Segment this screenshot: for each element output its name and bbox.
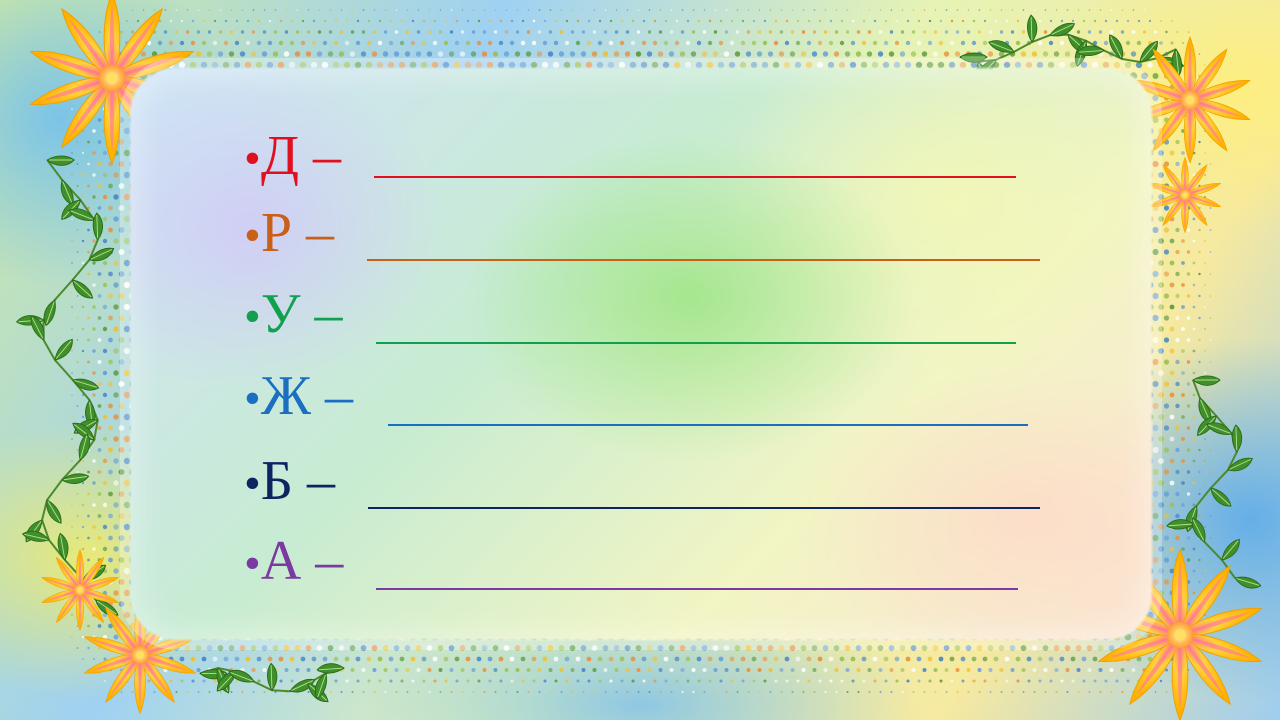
answer-line[interactable] <box>367 259 1040 261</box>
leaf-icon <box>1206 484 1235 511</box>
leaf-icon <box>1231 424 1243 453</box>
leaf-icon <box>92 212 104 241</box>
bullet: • <box>244 209 261 262</box>
answer-line[interactable] <box>374 176 1016 178</box>
dash: – <box>311 365 353 427</box>
list-item-text: •У – <box>244 282 342 349</box>
list-item-text: •А – <box>244 529 343 596</box>
dash: – <box>301 530 344 592</box>
bullet: • <box>244 457 261 510</box>
leaf-icon <box>68 276 96 303</box>
bullet: • <box>244 290 261 343</box>
dash: – <box>299 125 342 187</box>
leaf-icon <box>55 532 71 562</box>
letter: Р <box>260 202 292 264</box>
leaf-icon <box>1026 14 1038 43</box>
leaf-icon <box>1232 573 1263 592</box>
list-item-text: •Ж – <box>244 364 353 431</box>
leaf-icon <box>1192 375 1221 386</box>
letter: Б <box>260 450 293 512</box>
flower-icon <box>40 550 119 631</box>
dash: – <box>292 450 335 512</box>
list-item-text: •Б – <box>244 449 335 516</box>
leaf-icon <box>1188 515 1210 545</box>
answer-line[interactable] <box>376 588 1018 590</box>
bullet: • <box>244 372 261 425</box>
leaf-icon <box>51 336 77 364</box>
letter: А <box>260 530 302 592</box>
answer-line[interactable] <box>368 507 1040 509</box>
bullet: • <box>244 537 261 590</box>
answer-line[interactable] <box>388 424 1028 426</box>
leaf-icon <box>1218 536 1244 564</box>
answer-line[interactable] <box>376 342 1016 344</box>
leaf-icon <box>60 471 90 486</box>
slide: •Д – •Р – •У – •Ж – •Б – •А – <box>0 0 1280 720</box>
list-item-text: •Д – <box>244 124 341 191</box>
dash: – <box>300 283 343 345</box>
letter: Д <box>260 125 300 187</box>
dash: – <box>291 202 334 264</box>
bullet: • <box>244 132 261 185</box>
letter: Ж <box>260 365 311 427</box>
leaf-icon <box>316 662 345 675</box>
leaf-icon <box>266 662 278 691</box>
list-item-text: •Р – <box>244 201 334 268</box>
letter: У <box>260 283 301 345</box>
